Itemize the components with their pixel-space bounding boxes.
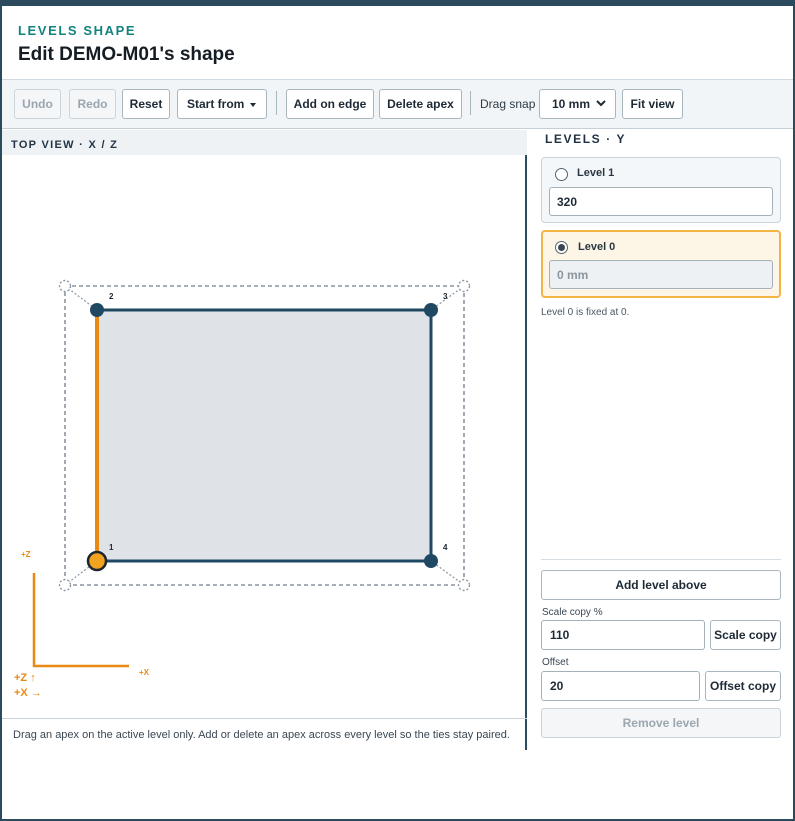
panel-divider bbox=[541, 559, 781, 560]
apex-label-4: 4 bbox=[443, 543, 448, 552]
apex-1-selected[interactable] bbox=[86, 550, 108, 572]
active-shape-fill bbox=[97, 310, 431, 561]
scale-copy-button[interactable]: Scale copy bbox=[710, 620, 781, 650]
apex-label-2: 2 bbox=[109, 292, 114, 301]
shape-canvas[interactable]: 1 2 3 4 +Z +X +Z ↑ +X → bbox=[2, 155, 527, 718]
apex-label-3: 3 bbox=[443, 292, 448, 301]
scale-copy-label: Scale copy % bbox=[542, 607, 603, 618]
add-level-above-button[interactable]: Add level above bbox=[541, 570, 781, 600]
canvas-hint-bar: Drag an apex on the active level only. A… bbox=[2, 718, 527, 750]
axis-legend-z: +Z ↑ bbox=[14, 672, 36, 684]
drag-snap-value: 10 mm bbox=[552, 97, 591, 111]
top-view-panel: TOP VIEW · X / Z 1 2 3 4 +Z +X +Z ↑ +X → bbox=[2, 130, 527, 750]
top-view-header: TOP VIEW · X / Z bbox=[2, 130, 527, 155]
apex-3[interactable] bbox=[424, 303, 438, 317]
page-title: Edit DEMO-M01's shape bbox=[18, 44, 235, 65]
ghost-apex[interactable] bbox=[58, 279, 72, 293]
start-from-label: Start from bbox=[187, 97, 245, 111]
offset-input[interactable]: 20 bbox=[541, 671, 700, 701]
start-from-button[interactable]: Start from bbox=[177, 89, 267, 119]
offset-label: Offset bbox=[542, 657, 569, 668]
page-eyebrow: LEVELS SHAPE bbox=[18, 23, 137, 38]
level-0-note: Level 0 is fixed at 0. bbox=[541, 307, 630, 318]
ghost-apex[interactable] bbox=[457, 279, 471, 293]
level-1-radio[interactable] bbox=[555, 168, 568, 181]
chevron-down-icon bbox=[596, 100, 606, 107]
drag-snap-label: Drag snap bbox=[480, 97, 536, 111]
level-0-name: Level 0 bbox=[578, 241, 616, 253]
redo-button[interactable]: Redo bbox=[69, 89, 116, 119]
x-axis-label: +X bbox=[139, 668, 150, 677]
apex-2[interactable] bbox=[90, 303, 104, 317]
reset-button[interactable]: Reset bbox=[122, 89, 170, 119]
axis-legend-x: +X → bbox=[14, 687, 42, 699]
level-card-0[interactable]: Level 0 0 mm bbox=[541, 230, 781, 298]
level-0-radio[interactable] bbox=[555, 241, 568, 254]
caret-down-icon bbox=[250, 103, 256, 107]
toolbar-separator bbox=[276, 91, 277, 115]
apex-4[interactable] bbox=[424, 554, 438, 568]
levels-panel: LEVELS · Y Level 1 320 Level 0 0 mm Leve… bbox=[529, 130, 793, 750]
level-card-1[interactable]: Level 1 320 bbox=[541, 157, 781, 223]
drag-snap-select[interactable]: 10 mm bbox=[539, 89, 616, 119]
remove-level-button[interactable]: Remove level bbox=[541, 708, 781, 738]
fit-view-button[interactable]: Fit view bbox=[622, 89, 683, 119]
level-0-height-input: 0 mm bbox=[549, 260, 773, 289]
apex-label-1: 1 bbox=[109, 543, 114, 552]
level-1-name: Level 1 bbox=[577, 167, 615, 179]
z-axis-label: +Z bbox=[21, 550, 31, 559]
levels-heading: LEVELS · Y bbox=[545, 132, 627, 146]
toolbar-separator bbox=[470, 91, 471, 115]
ghost-apex[interactable] bbox=[58, 578, 72, 592]
ghost-apex[interactable] bbox=[457, 578, 471, 592]
undo-button[interactable]: Undo bbox=[14, 89, 61, 119]
scale-copy-input[interactable]: 110 bbox=[541, 620, 705, 650]
delete-apex-button[interactable]: Delete apex bbox=[379, 89, 462, 119]
top-view-heading: TOP VIEW · X / Z bbox=[11, 139, 119, 151]
offset-copy-button[interactable]: Offset copy bbox=[705, 671, 781, 701]
level-1-height-input[interactable]: 320 bbox=[549, 187, 773, 216]
canvas-hint: Drag an apex on the active level only. A… bbox=[13, 729, 510, 741]
toolbar: Undo Redo Reset Start from Add on edge D… bbox=[2, 79, 793, 129]
add-on-edge-button[interactable]: Add on edge bbox=[286, 89, 374, 119]
